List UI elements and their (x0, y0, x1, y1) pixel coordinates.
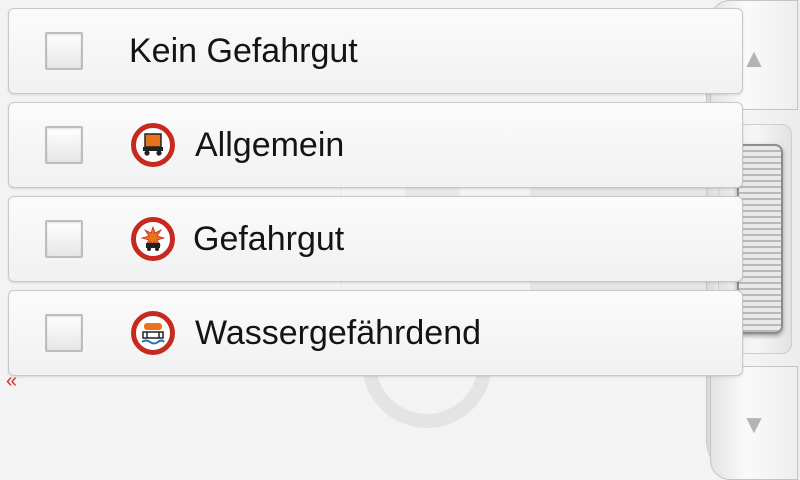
hazmat-general-icon (131, 123, 175, 167)
checkbox[interactable] (45, 126, 83, 164)
scrollbar-thumb[interactable] (737, 144, 783, 334)
arrow-down-icon: ▼ (741, 409, 767, 439)
option-row-wassergefaehrdend[interactable]: Wassergefährdend (8, 290, 743, 376)
back-chevron-icon[interactable]: « (6, 370, 17, 393)
option-row-kein-gefahrgut[interactable]: Kein Gefahrgut (8, 8, 743, 94)
checkbox[interactable] (45, 220, 83, 258)
option-label: Kein Gefahrgut (129, 31, 358, 70)
option-label: Gefahrgut (193, 219, 345, 258)
option-row-allgemein[interactable]: Allgemein (8, 102, 743, 188)
hazmat-explosive-icon (131, 217, 175, 261)
option-label: Wassergefährdend (195, 313, 482, 352)
option-label: Allgemein (195, 125, 345, 164)
checkbox[interactable] (45, 314, 83, 352)
option-row-gefahrgut[interactable]: Gefahrgut (8, 196, 743, 282)
scroll-down-button[interactable]: ▼ (710, 366, 798, 480)
checkbox[interactable] (45, 32, 83, 70)
hazmat-water-polluting-icon (131, 311, 175, 355)
